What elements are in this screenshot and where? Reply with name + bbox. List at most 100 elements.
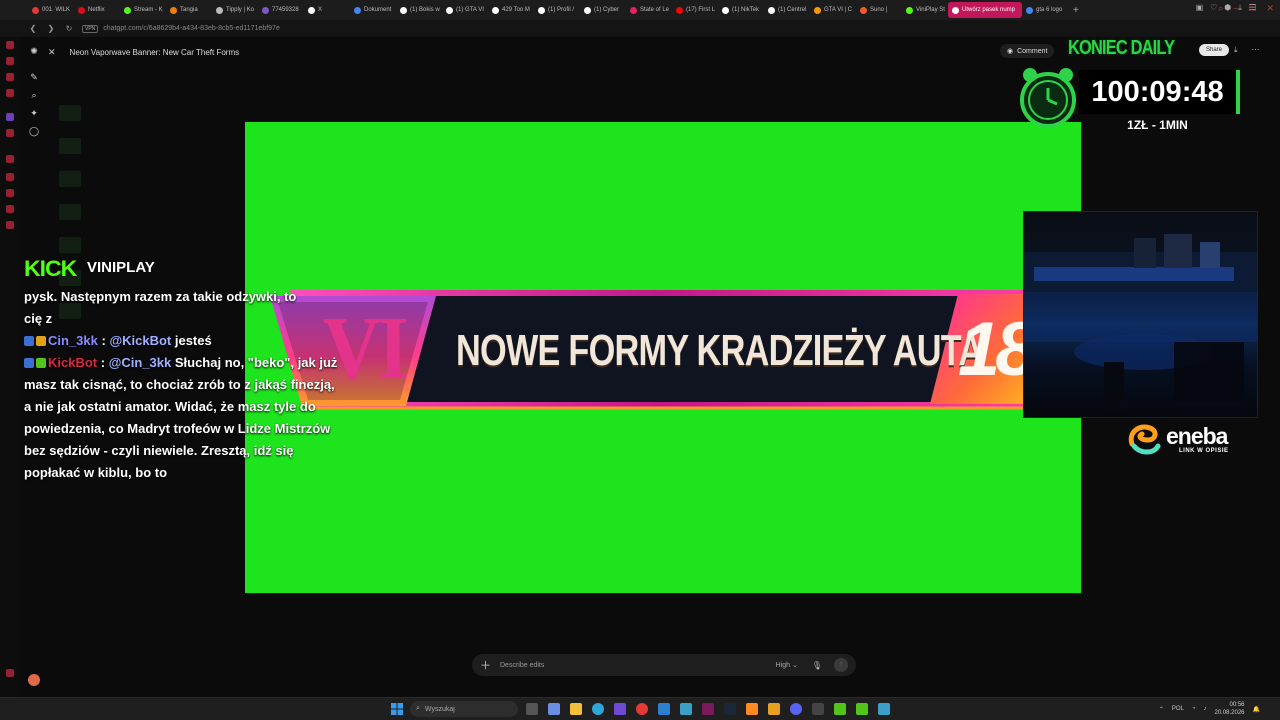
quality-dropdown[interactable]: High ⌄	[776, 661, 798, 669]
browser-tab[interactable]: (1) Centrel	[764, 2, 810, 18]
browser-tab[interactable]: 77459328	[258, 2, 304, 18]
edit-prompt-bar[interactable]: ＋ Describe edits High ⌄ 🎙 ↑	[472, 654, 856, 676]
teams-icon[interactable]	[614, 703, 626, 715]
browser-tab[interactable]: Suno |	[856, 2, 902, 18]
url-field[interactable]: VPN chatgpt.com/c/6a8629b4-a434-83eb-8cb…	[82, 24, 280, 33]
kick-app-icon-2[interactable]	[856, 703, 868, 715]
browser-tab[interactable]: (1) NikTek	[718, 2, 764, 18]
opera-more-icon[interactable]	[6, 669, 14, 677]
browser-tab[interactable]: State of Le	[626, 2, 672, 18]
opera-twitch-icon[interactable]	[6, 113, 14, 121]
app-icon[interactable]	[878, 703, 890, 715]
notifications-icon[interactable]: 🔔	[1253, 706, 1260, 713]
task-view-icon[interactable]	[526, 703, 538, 715]
browser-tab[interactable]: gta 6 logo	[1022, 2, 1068, 18]
opera-music-icon[interactable]	[6, 129, 14, 137]
browser-tab[interactable]: (17) First L	[672, 2, 718, 18]
browser-tab[interactable]: GTA VI | C	[810, 2, 856, 18]
opera-whatsapp-icon[interactable]	[6, 89, 14, 97]
back-button[interactable]: ❮	[28, 24, 38, 33]
opera-messenger-icon[interactable]	[6, 73, 14, 81]
search-chats-icon[interactable]: ⌕	[28, 89, 40, 101]
vlc-icon[interactable]	[746, 703, 758, 715]
browser-tab[interactable]: Tangia	[166, 2, 212, 18]
tab-favicon-icon	[722, 6, 729, 14]
obs-icon[interactable]	[768, 703, 780, 715]
browser-tab[interactable]: 001. WILK	[28, 2, 74, 18]
tray-chevron-icon[interactable]: ⌃	[1159, 706, 1164, 713]
forward-button[interactable]: ❯	[46, 24, 56, 33]
opera-clock-icon[interactable]	[6, 189, 14, 197]
taskbar-search-input[interactable]: Wyszukaj	[425, 706, 455, 713]
attach-plus-icon[interactable]: ＋	[480, 657, 496, 673]
close-window-button[interactable]: ✕	[1266, 3, 1274, 14]
new-tab-button[interactable]: +	[1068, 5, 1084, 16]
mail-icon[interactable]	[658, 703, 670, 715]
opera-icon[interactable]	[636, 703, 648, 715]
volume-icon[interactable]: ♪	[1203, 706, 1206, 712]
discord-icon[interactable]	[790, 703, 802, 715]
photos-icon[interactable]	[680, 703, 692, 715]
chat-badge-icon	[24, 358, 34, 368]
close-canvas-icon[interactable]: ✕	[48, 47, 56, 58]
browser-tab[interactable]: (1) Profil /	[534, 2, 580, 18]
browser-tab[interactable]: (1) Cyber	[580, 2, 626, 18]
profile-avatar[interactable]	[28, 674, 40, 686]
kick-logo: KICK	[24, 256, 77, 281]
opera-settings-icon[interactable]	[6, 221, 14, 229]
opera-history-icon[interactable]	[6, 155, 14, 163]
chat-mention[interactable]: @Cin_3kk	[109, 355, 172, 370]
comment-button[interactable]: ◉ Comment	[1000, 44, 1055, 58]
microphone-icon[interactable]: 🎙	[812, 661, 822, 670]
kick-app-icon[interactable]	[834, 703, 846, 715]
opera-download-icon[interactable]	[6, 205, 14, 213]
browser-tab[interactable]: X	[304, 2, 350, 18]
widgets-icon[interactable]	[548, 703, 560, 715]
browser-tab[interactable]: Tipply | Ko	[212, 2, 258, 18]
send-button[interactable]: ↑	[834, 658, 848, 672]
opera-pin-icon[interactable]	[6, 173, 14, 181]
download-icon[interactable]: ⤓	[1238, 3, 1242, 13]
browser-tab[interactable]: Stream - K	[120, 2, 166, 18]
browser-tab[interactable]: Netflix	[74, 2, 120, 18]
reload-button[interactable]: ↻	[64, 24, 74, 33]
new-chat-icon[interactable]: ✎	[28, 71, 40, 83]
browser-tab[interactable]: (1) GTA VI	[442, 2, 488, 18]
browser-tab[interactable]: Dokument	[350, 2, 396, 18]
chat-username[interactable]: Cin_3kk	[48, 333, 98, 348]
vpn-badge[interactable]: VPN	[82, 24, 99, 33]
taskbar-search[interactable]: ⌕ Wyszukaj	[410, 701, 518, 717]
browser-tab[interactable]: 429 Too M	[488, 2, 534, 18]
extensions-icon[interactable]: ⬢	[1224, 3, 1231, 13]
opera-home-icon[interactable]	[6, 41, 14, 49]
browser-tab[interactable]: Utwórz pasek nump	[948, 2, 1022, 18]
edge-icon[interactable]	[592, 703, 604, 715]
camera-icon[interactable]: ▣	[1196, 3, 1204, 13]
chat-username[interactable]: KickBot	[48, 355, 97, 370]
windows-start-icon[interactable]	[391, 703, 403, 715]
chat-bubble-icon[interactable]: ◯	[28, 125, 40, 137]
steam-icon[interactable]	[724, 703, 736, 715]
more-options-icon[interactable]: ⋯	[1252, 45, 1260, 55]
adobe-icon[interactable]	[702, 703, 714, 715]
edit-prompt-input[interactable]: Describe edits	[500, 662, 776, 669]
language-indicator[interactable]: POL	[1172, 706, 1184, 712]
browser-tab[interactable]: (1) Bokis w	[396, 2, 442, 18]
download-image-icon[interactable]: ⤓	[1234, 45, 1238, 55]
easy-setup-icon[interactable]: ☰	[1249, 3, 1256, 13]
pin-icon[interactable]: ✦	[28, 107, 40, 119]
bookmark-icon[interactable]: ♡	[1210, 3, 1217, 13]
url-text[interactable]: chatgpt.com/c/6a8629b4-a434-83eb-8cb5-ed…	[103, 25, 280, 32]
settings-icon[interactable]	[812, 703, 824, 715]
taskbar-clock[interactable]: 00:56 20.08.2026	[1214, 701, 1244, 717]
chat-mention[interactable]: @KickBot	[109, 333, 171, 348]
share-button[interactable]: Share	[1199, 44, 1230, 56]
tab-label: Suno |	[870, 7, 888, 13]
file-explorer-icon[interactable]	[570, 703, 582, 715]
browser-tab[interactable]: ViniPlay St	[902, 2, 948, 18]
openai-logo-icon[interactable]: ✺	[28, 45, 40, 57]
opera-app-icon[interactable]	[6, 57, 14, 65]
chat-badge-icon	[36, 336, 46, 346]
wifi-icon[interactable]: ◔	[1192, 706, 1196, 712]
search-icon: ⌕	[416, 705, 420, 712]
